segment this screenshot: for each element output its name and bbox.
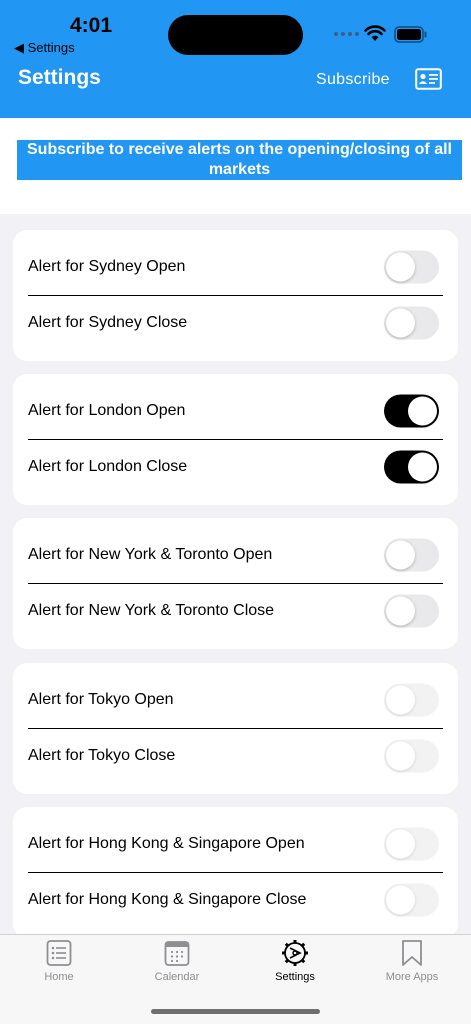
market-card-tokyo: Alert for Tokyo Open Alert for Tokyo Clo… <box>13 663 458 794</box>
sydney-open-toggle[interactable] <box>384 250 439 284</box>
calendar-icon <box>164 941 190 966</box>
alert-row: Alert for Tokyo Close <box>13 728 458 784</box>
page-title: Settings <box>18 66 101 89</box>
toggle-knob <box>408 452 437 482</box>
tab-label: Calendar <box>154 971 200 983</box>
toggle-knob <box>386 741 415 771</box>
tab-label: Settings <box>275 971 315 983</box>
sydney-close-toggle[interactable] <box>384 306 439 340</box>
tab-label: Home <box>44 971 74 983</box>
gear-icon <box>282 940 308 966</box>
list-icon <box>46 940 72 966</box>
alert-row: Alert for Hong Kong & Singapore Open <box>13 816 458 872</box>
alert-label: Alert for New York & Toronto Open <box>28 546 273 563</box>
london-open-toggle[interactable] <box>384 394 439 428</box>
back-to-settings-link[interactable]: ◀ Settings <box>14 40 75 56</box>
alert-label: Alert for Hong Kong & Singapore Open <box>28 835 305 852</box>
wifi-icon <box>364 25 386 41</box>
tab-home[interactable]: Home <box>0 935 118 995</box>
tab-calendar[interactable]: Calendar <box>118 935 236 995</box>
market-card-hong-kong-singapore: Alert for Hong Kong & Singapore Open Ale… <box>13 807 458 938</box>
alert-label: Alert for London Close <box>28 458 188 475</box>
alert-row: Alert for Hong Kong & Singapore Close <box>13 872 458 928</box>
alert-label: Alert for Sydney Close <box>28 314 188 331</box>
hong-kong-singapore-open-toggle[interactable] <box>384 827 439 861</box>
hong-kong-singapore-close-toggle[interactable] <box>384 883 439 917</box>
alert-row: Alert for New York & Toronto Open <box>13 527 458 583</box>
market-card-sydney: Alert for Sydney Open Alert for Sydney C… <box>13 230 458 361</box>
toggle-knob <box>386 596 415 626</box>
status-time: 4:01 <box>70 14 113 37</box>
banner-area: Subscribe to receive alerts on the openi… <box>0 118 471 214</box>
alert-label: Alert for Tokyo Open <box>28 691 174 708</box>
toggle-knob <box>386 308 415 338</box>
toggle-knob <box>386 829 415 859</box>
market-card-london: Alert for London Open Alert for London C… <box>13 374 458 505</box>
dynamic-island <box>168 15 303 55</box>
toggle-knob <box>386 685 415 715</box>
bookmark-icon <box>402 940 422 966</box>
alert-row: Alert for Sydney Open <box>13 239 458 295</box>
toggle-knob <box>386 885 415 915</box>
new-york-toronto-open-toggle[interactable] <box>384 538 439 572</box>
tab-label: More Apps <box>385 971 439 983</box>
alert-row: Alert for Tokyo Open <box>13 672 458 728</box>
subscribe-banner[interactable]: Subscribe to receive alerts on the openi… <box>17 140 462 180</box>
navigation-header: 4:01 ◀ Settings Settings Subscribe <box>0 0 471 118</box>
tab-more-apps[interactable]: More Apps <box>353 935 471 995</box>
toggle-knob <box>386 540 415 570</box>
alert-row: Alert for New York & Toronto Close <box>13 583 458 639</box>
home-indicator <box>151 1009 320 1014</box>
toggle-knob <box>386 252 415 282</box>
alert-row: Alert for London Close <box>13 439 458 495</box>
tokyo-open-toggle[interactable] <box>384 683 439 717</box>
contact-card-icon[interactable] <box>415 68 442 90</box>
cellular-signal-icon <box>334 32 359 36</box>
alert-label: Alert for Tokyo Close <box>28 747 176 764</box>
london-close-toggle[interactable] <box>384 450 439 484</box>
market-card-new-york-toronto: Alert for New York & Toronto Open Alert … <box>13 518 458 649</box>
alert-label: Alert for Hong Kong & Singapore Close <box>28 891 307 908</box>
alert-row: Alert for London Open <box>13 383 458 439</box>
battery-icon <box>394 26 427 43</box>
alert-label: Alert for London Open <box>28 402 186 419</box>
tokyo-close-toggle[interactable] <box>384 739 439 773</box>
subscribe-button[interactable]: Subscribe <box>316 71 390 89</box>
alert-row: Alert for Sydney Close <box>13 295 458 351</box>
tab-settings[interactable]: Settings <box>236 935 354 995</box>
alert-label: Alert for Sydney Open <box>28 258 186 275</box>
toggle-knob <box>408 396 437 426</box>
new-york-toronto-close-toggle[interactable] <box>384 594 439 628</box>
alert-label: Alert for New York & Toronto Close <box>28 602 275 619</box>
